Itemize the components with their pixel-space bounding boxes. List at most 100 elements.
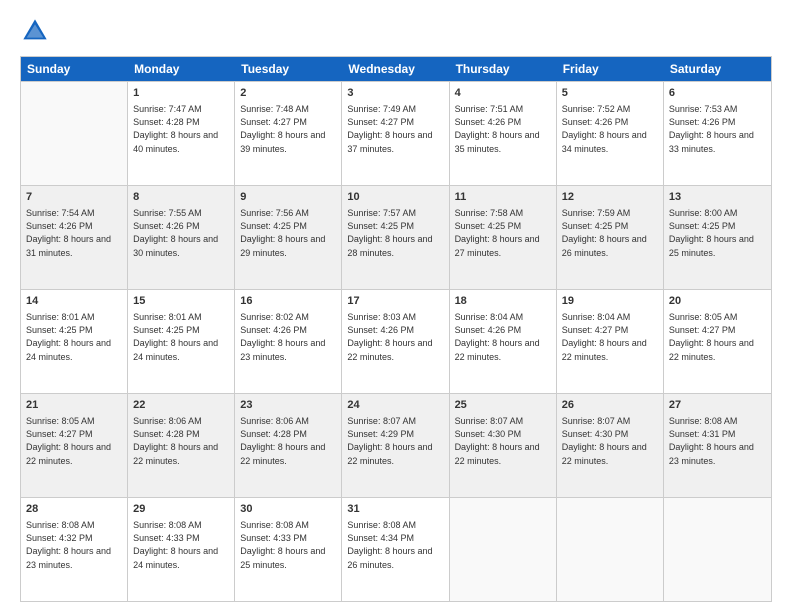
calendar-cell: 15 Sunrise: 8:01 AMSunset: 4:25 PMDayligh…: [128, 290, 235, 393]
calendar-cell: 17Sunrise: 8:03 AMSunset: 4:26 PMDayligh…: [342, 290, 449, 393]
day-number: 12: [562, 190, 658, 205]
weekday-header: Monday: [128, 57, 235, 81]
calendar: SundayMondayTuesdayWednesdayThursdayFrid…: [20, 56, 772, 602]
calendar-cell: 2 Sunrise: 7:48 AMSunset: 4:27 PMDaylight…: [235, 82, 342, 185]
calendar-cell: 4 Sunrise: 7:51 AMSunset: 4:26 PMDaylight…: [450, 82, 557, 185]
day-number: 28: [26, 502, 122, 517]
calendar-cell: 1Sunrise: 7:47 AMSunset: 4:28 PMDaylight…: [128, 82, 235, 185]
day-number: 18: [455, 294, 551, 309]
calendar-cell: 31Sunrise: 8:08 AMSunset: 4:34 PMDayligh…: [342, 498, 449, 601]
calendar-body: 1Sunrise: 7:47 AMSunset: 4:28 PMDaylight…: [21, 81, 771, 601]
cell-info: Sunrise: 7:49 AMSunset: 4:27 PMDaylight:…: [347, 103, 443, 155]
weekday-header: Saturday: [664, 57, 771, 81]
calendar-cell: 11 Sunrise: 7:58 AMSunset: 4:25 PMDayligh…: [450, 186, 557, 289]
calendar-cell: 22 Sunrise: 8:06 AMSunset: 4:28 PMDayligh…: [128, 394, 235, 497]
weekday-header: Thursday: [450, 57, 557, 81]
header: [20, 16, 772, 46]
day-number: 1: [133, 86, 229, 101]
cell-info: Sunrise: 7:59 AMSunset: 4:25 PMDaylight:…: [562, 207, 658, 259]
calendar-cell: 9Sunrise: 7:56 AMSunset: 4:25 PMDaylight…: [235, 186, 342, 289]
cell-info: Sunrise: 8:01 AMSunset: 4:25 PMDaylight:…: [133, 311, 229, 363]
cell-info: Sunrise: 8:03 AMSunset: 4:26 PMDaylight:…: [347, 311, 443, 363]
calendar-cell: 6 Sunrise: 7:53 AMSunset: 4:26 PMDaylight…: [664, 82, 771, 185]
cell-info: Sunrise: 8:08 AMSunset: 4:33 PMDaylight:…: [133, 519, 229, 571]
cell-info: Sunrise: 7:52 AMSunset: 4:26 PMDaylight:…: [562, 103, 658, 155]
calendar-cell: 13Sunrise: 8:00 AMSunset: 4:25 PMDayligh…: [664, 186, 771, 289]
calendar-cell: 26 Sunrise: 8:07 AMSunset: 4:30 PMDayligh…: [557, 394, 664, 497]
calendar-header: SundayMondayTuesdayWednesdayThursdayFrid…: [21, 57, 771, 81]
day-number: 10: [347, 190, 443, 205]
day-number: 7: [26, 190, 122, 205]
cell-info: Sunrise: 7:58 AMSunset: 4:25 PMDaylight:…: [455, 207, 551, 259]
day-number: 5: [562, 86, 658, 101]
calendar-row: 14 Sunrise: 8:01 AMSunset: 4:25 PMDayligh…: [21, 289, 771, 393]
cell-info: Sunrise: 7:54 AMSunset: 4:26 PMDaylight:…: [26, 207, 122, 259]
day-number: 20: [669, 294, 766, 309]
day-number: 3: [347, 86, 443, 101]
cell-info: Sunrise: 7:51 AMSunset: 4:26 PMDaylight:…: [455, 103, 551, 155]
calendar-cell: [664, 498, 771, 601]
calendar-row: 21 Sunrise: 8:05 AMSunset: 4:27 PMDayligh…: [21, 393, 771, 497]
cell-info: Sunrise: 8:01 AMSunset: 4:25 PMDaylight:…: [26, 311, 122, 363]
cell-info: Sunrise: 7:53 AMSunset: 4:26 PMDaylight:…: [669, 103, 766, 155]
cell-info: Sunrise: 8:05 AMSunset: 4:27 PMDaylight:…: [669, 311, 766, 363]
day-number: 27: [669, 398, 766, 413]
logo-icon: [20, 16, 50, 46]
day-number: 22: [133, 398, 229, 413]
calendar-cell: 18Sunrise: 8:04 AMSunset: 4:26 PMDayligh…: [450, 290, 557, 393]
cell-info: Sunrise: 8:06 AMSunset: 4:28 PMDaylight:…: [133, 415, 229, 467]
calendar-row: 1Sunrise: 7:47 AMSunset: 4:28 PMDaylight…: [21, 81, 771, 185]
calendar-cell: [557, 498, 664, 601]
calendar-cell: 19Sunrise: 8:04 AMSunset: 4:27 PMDayligh…: [557, 290, 664, 393]
cell-info: Sunrise: 8:07 AMSunset: 4:30 PMDaylight:…: [455, 415, 551, 467]
page: SundayMondayTuesdayWednesdayThursdayFrid…: [0, 0, 792, 612]
calendar-cell: 3 Sunrise: 7:49 AMSunset: 4:27 PMDaylight…: [342, 82, 449, 185]
calendar-cell: 27Sunrise: 8:08 AMSunset: 4:31 PMDayligh…: [664, 394, 771, 497]
day-number: 8: [133, 190, 229, 205]
day-number: 14: [26, 294, 122, 309]
weekday-header: Tuesday: [235, 57, 342, 81]
cell-info: Sunrise: 8:05 AMSunset: 4:27 PMDaylight:…: [26, 415, 122, 467]
calendar-cell: 30 Sunrise: 8:08 AMSunset: 4:33 PMDayligh…: [235, 498, 342, 601]
calendar-cell: [450, 498, 557, 601]
calendar-cell: 5 Sunrise: 7:52 AMSunset: 4:26 PMDaylight…: [557, 82, 664, 185]
calendar-cell: 10 Sunrise: 7:57 AMSunset: 4:25 PMDayligh…: [342, 186, 449, 289]
cell-info: Sunrise: 8:04 AMSunset: 4:27 PMDaylight:…: [562, 311, 658, 363]
cell-info: Sunrise: 8:07 AMSunset: 4:29 PMDaylight:…: [347, 415, 443, 467]
cell-info: Sunrise: 8:02 AMSunset: 4:26 PMDaylight:…: [240, 311, 336, 363]
cell-info: Sunrise: 8:08 AMSunset: 4:33 PMDaylight:…: [240, 519, 336, 571]
calendar-cell: 21 Sunrise: 8:05 AMSunset: 4:27 PMDayligh…: [21, 394, 128, 497]
calendar-cell: 12 Sunrise: 7:59 AMSunset: 4:25 PMDayligh…: [557, 186, 664, 289]
day-number: 6: [669, 86, 766, 101]
day-number: 2: [240, 86, 336, 101]
day-number: 21: [26, 398, 122, 413]
calendar-cell: 16Sunrise: 8:02 AMSunset: 4:26 PMDayligh…: [235, 290, 342, 393]
calendar-cell: 28 Sunrise: 8:08 AMSunset: 4:32 PMDayligh…: [21, 498, 128, 601]
cell-info: Sunrise: 7:57 AMSunset: 4:25 PMDaylight:…: [347, 207, 443, 259]
day-number: 15: [133, 294, 229, 309]
calendar-cell: 29 Sunrise: 8:08 AMSunset: 4:33 PMDayligh…: [128, 498, 235, 601]
day-number: 25: [455, 398, 551, 413]
day-number: 23: [240, 398, 336, 413]
cell-info: Sunrise: 8:00 AMSunset: 4:25 PMDaylight:…: [669, 207, 766, 259]
day-number: 4: [455, 86, 551, 101]
weekday-header: Sunday: [21, 57, 128, 81]
day-number: 30: [240, 502, 336, 517]
calendar-cell: 20 Sunrise: 8:05 AMSunset: 4:27 PMDayligh…: [664, 290, 771, 393]
day-number: 26: [562, 398, 658, 413]
cell-info: Sunrise: 8:07 AMSunset: 4:30 PMDaylight:…: [562, 415, 658, 467]
cell-info: Sunrise: 8:06 AMSunset: 4:28 PMDaylight:…: [240, 415, 336, 467]
calendar-cell: [21, 82, 128, 185]
day-number: 11: [455, 190, 551, 205]
calendar-cell: 8Sunrise: 7:55 AMSunset: 4:26 PMDaylight…: [128, 186, 235, 289]
calendar-cell: 7 Sunrise: 7:54 AMSunset: 4:26 PMDaylight…: [21, 186, 128, 289]
calendar-cell: 23 Sunrise: 8:06 AMSunset: 4:28 PMDayligh…: [235, 394, 342, 497]
cell-info: Sunrise: 8:08 AMSunset: 4:34 PMDaylight:…: [347, 519, 443, 571]
cell-info: Sunrise: 7:48 AMSunset: 4:27 PMDaylight:…: [240, 103, 336, 155]
day-number: 29: [133, 502, 229, 517]
cell-info: Sunrise: 7:56 AMSunset: 4:25 PMDaylight:…: [240, 207, 336, 259]
calendar-row: 28 Sunrise: 8:08 AMSunset: 4:32 PMDayligh…: [21, 497, 771, 601]
cell-info: Sunrise: 8:08 AMSunset: 4:32 PMDaylight:…: [26, 519, 122, 571]
calendar-row: 7 Sunrise: 7:54 AMSunset: 4:26 PMDaylight…: [21, 185, 771, 289]
weekday-header: Friday: [557, 57, 664, 81]
